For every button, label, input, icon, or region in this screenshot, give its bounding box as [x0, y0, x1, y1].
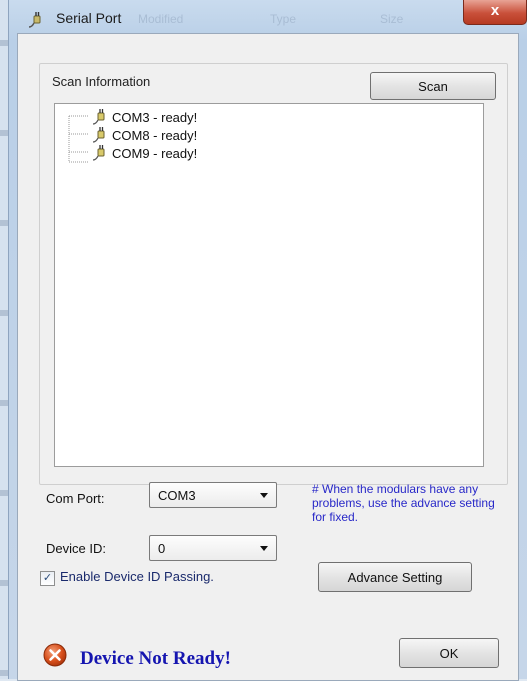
device-id-value: 0 — [158, 540, 166, 556]
serial-plug-icon — [92, 109, 105, 125]
port-tree-view[interactable]: COM3 - ready! COM8 - ready! COM9 - ready… — [54, 103, 484, 467]
serial-plug-icon — [92, 127, 105, 143]
background-column-header: Type — [270, 12, 297, 26]
chevron-down-icon — [260, 493, 268, 498]
advance-setting-hint: # When the modulars have any problems, u… — [312, 482, 495, 524]
dialog-client-area: Scan Information Scan COM3 - ready! COM8 — [17, 33, 519, 681]
device-id-select[interactable]: 0 — [149, 535, 277, 561]
device-status-text: Device Not Ready! — [80, 648, 231, 669]
serial-plug-icon — [92, 145, 105, 161]
port-item-com8[interactable]: COM8 - ready! — [91, 126, 197, 144]
com-port-select[interactable]: COM3 — [149, 482, 277, 508]
port-label: COM3 - ready! — [112, 109, 198, 125]
com-port-label: Com Port: — [46, 491, 105, 506]
enable-device-id-passing-label[interactable]: Enable Device ID Passing. — [60, 569, 214, 584]
background-window-edge — [0, 0, 8, 679]
chevron-down-icon — [260, 546, 268, 551]
advance-setting-button[interactable]: Advance Setting — [318, 562, 472, 592]
title-bar[interactable]: Serial Port Modified Type Size x — [8, 0, 527, 34]
background-column-header: Size — [380, 12, 404, 26]
com-port-value: COM3 — [158, 487, 196, 503]
device-id-label: Device ID: — [46, 541, 106, 556]
enable-device-id-passing-checkbox[interactable]: ✓ — [40, 571, 55, 586]
background-column-header: Modified — [138, 12, 184, 26]
serial-plug-icon — [28, 12, 41, 28]
window-title: Serial Port — [56, 10, 122, 26]
port-label: COM9 - ready! — [112, 145, 198, 161]
checkmark-icon: ✓ — [42, 572, 53, 584]
scan-information-label: Scan Information — [49, 74, 154, 89]
scan-button[interactable]: Scan — [370, 72, 496, 100]
ok-button[interactable]: OK — [399, 638, 499, 668]
port-label: COM8 - ready! — [112, 127, 198, 143]
port-item-com3[interactable]: COM3 - ready! — [91, 108, 197, 126]
port-item-com9[interactable]: COM9 - ready! — [91, 144, 197, 162]
error-x-icon — [43, 643, 67, 667]
close-button[interactable]: x — [463, 0, 527, 25]
